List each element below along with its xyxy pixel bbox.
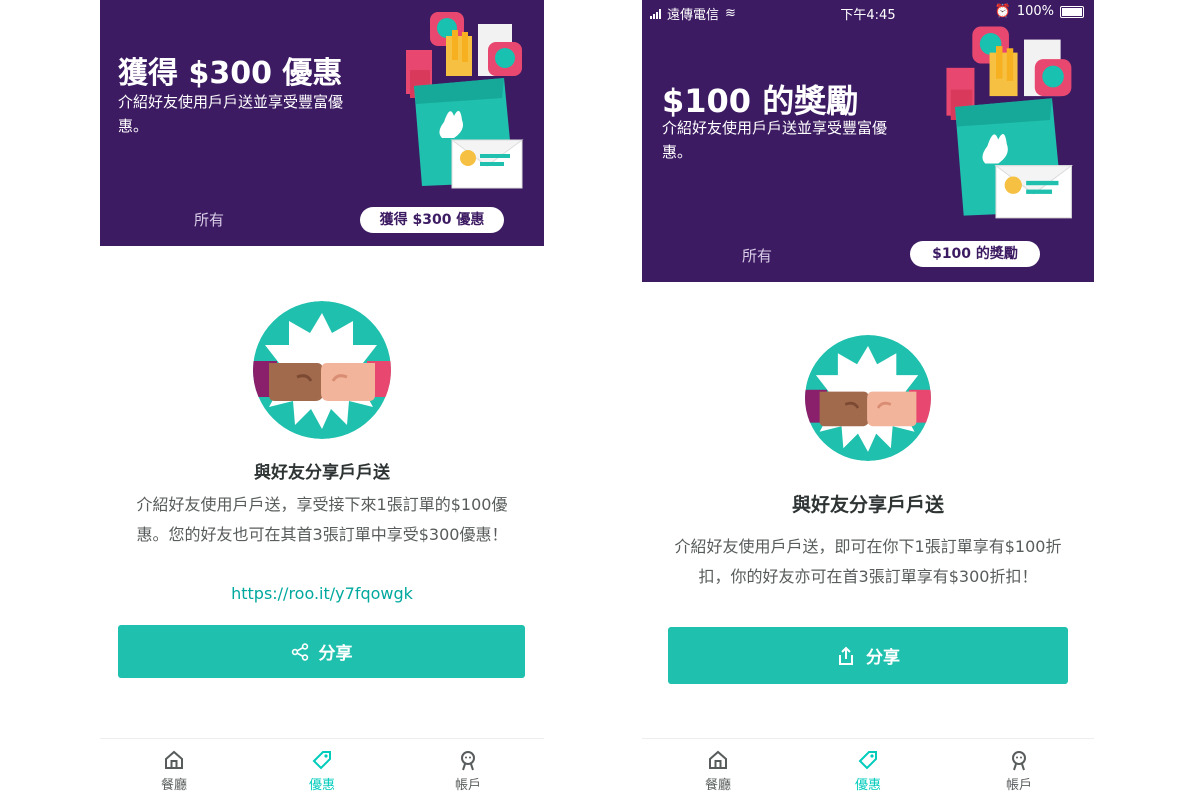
- tab-restaurants[interactable]: 餐廳: [678, 749, 758, 793]
- home-icon: [709, 750, 727, 769]
- tag-icon: [858, 751, 877, 770]
- phone-screen-right: 遠傳電信 ≋ 下午4:45 ⏰ 100% $100 的獎勵 介紹好友使用戶戶送並…: [642, 0, 1094, 800]
- referral-link[interactable]: https://roo.it/y7fqowgk: [100, 584, 544, 603]
- tag-icon: [312, 751, 331, 770]
- grocery-bag-illustration: [406, 12, 524, 189]
- banner-description: 介紹好友使用戶戶送並享受豐富優惠。: [662, 119, 888, 161]
- fist-bump-icon: [805, 335, 931, 461]
- battery-percent: 100%: [1016, 4, 1054, 19]
- filter-all[interactable]: 所有: [194, 209, 224, 230]
- tab-offers[interactable]: 優惠: [282, 749, 362, 793]
- tab-account[interactable]: 帳戶: [428, 749, 508, 793]
- share-description: 介紹好友使用戶戶送，即可在你下1張訂單享有$100折扣，你的好友亦可在首3張訂單…: [674, 537, 1062, 586]
- account-icon: [461, 751, 475, 771]
- tab-label: 餐廳: [704, 778, 731, 793]
- filter-all[interactable]: 所有: [742, 245, 772, 266]
- tab-label: 帳戶: [1005, 778, 1032, 793]
- filter-referral-selected[interactable]: $100 的獎勵: [910, 241, 1040, 267]
- phone-screen-left: 獲得 $300 優惠 介紹好友使用戶戶送並享受豐富優惠。 所有 獲得 $300 …: [100, 0, 544, 800]
- share-upload-icon: [839, 646, 853, 665]
- promo-banner: 獲得 $300 優惠 介紹好友使用戶戶送並享受豐富優惠。 所有 獲得 $300 …: [100, 0, 544, 246]
- filter-referral-selected[interactable]: 獲得 $300 優惠: [360, 207, 504, 233]
- tab-label: 帳戶: [454, 778, 481, 793]
- share-nodes-icon: [291, 642, 308, 661]
- banner-description: 介紹好友使用戶戶送並享受豐富優惠。: [118, 93, 344, 135]
- battery-icon: [1060, 5, 1084, 18]
- account-icon: [1012, 751, 1026, 771]
- home-icon: [165, 750, 183, 769]
- share-description: 介紹好友使用戶戶送，享受接下來1張訂單的$100優惠。您的好友也可在其首3張訂單…: [136, 495, 508, 544]
- share-button[interactable]: 分享: [118, 625, 525, 678]
- banner-title: 獲得 $300 優惠: [118, 56, 343, 91]
- promo-banner: 遠傳電信 ≋ 下午4:45 ⏰ 100% $100 的獎勵 介紹好友使用戶戶送並…: [642, 0, 1094, 282]
- share-button-label: 分享: [318, 644, 353, 664]
- tab-offers[interactable]: 優惠: [828, 749, 908, 793]
- tab-account[interactable]: 帳戶: [979, 749, 1059, 793]
- share-button[interactable]: 分享: [668, 627, 1068, 684]
- share-title: 與好友分享戶戶送: [791, 494, 944, 516]
- bottom-tab-bar: 餐廳 優惠 帳戶: [100, 738, 544, 800]
- fist-bump-icon: [253, 301, 391, 439]
- tab-restaurants[interactable]: 餐廳: [134, 749, 214, 793]
- share-button-label: 分享: [866, 648, 900, 668]
- grocery-bag-illustration: [946, 26, 1074, 219]
- alarm-icon: ⏰: [994, 4, 1011, 19]
- tab-label: 餐廳: [160, 778, 187, 793]
- share-title: 與好友分享戶戶送: [254, 463, 390, 483]
- tab-label: 優惠: [308, 778, 335, 793]
- bottom-tab-bar: 餐廳 優惠 帳戶: [642, 738, 1094, 800]
- tab-label: 優惠: [854, 778, 881, 793]
